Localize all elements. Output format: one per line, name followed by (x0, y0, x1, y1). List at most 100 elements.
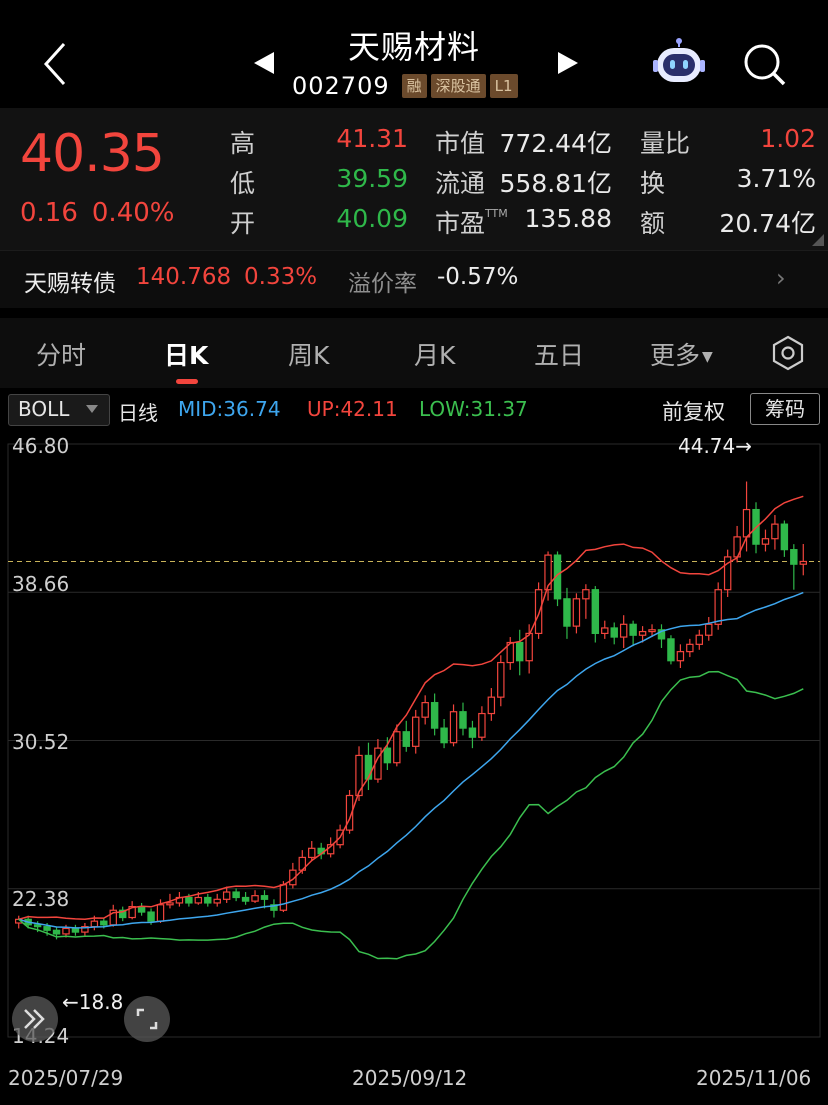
candle-body (156, 904, 165, 922)
candle-body (676, 651, 685, 662)
candle-body (232, 891, 240, 899)
search-button[interactable] (742, 42, 788, 92)
amount-label: 额 (640, 209, 666, 238)
market-cap-label: 市值 (435, 129, 486, 158)
active-tab-indicator (176, 379, 198, 384)
candle-body (563, 598, 571, 627)
candle-body (62, 927, 70, 935)
candle-body (610, 627, 618, 638)
stock-code-row: 002709 融 深股通 L1 (292, 72, 518, 100)
indicator-name: BOLL (18, 397, 70, 421)
candle-body (780, 523, 789, 551)
candle-body (71, 927, 80, 933)
market-cap-value: 772.44亿 (499, 129, 612, 158)
pe-label: 市盈TTM (435, 204, 508, 240)
candle-body (459, 711, 467, 729)
x-tick-label: 2025/11/06 (696, 1066, 812, 1090)
next-stock-icon (558, 52, 578, 74)
amount-value: 20.74亿 (719, 209, 816, 238)
boll-low-value: LOW:31.37 (419, 397, 528, 421)
caret-down-icon: ▼ (702, 349, 713, 365)
tab-intraday[interactable]: 分时 (36, 336, 86, 372)
period-high-value: 44.74 (678, 434, 736, 458)
open-value: 40.09 (336, 204, 408, 233)
period-label: 日线 (118, 401, 158, 425)
period-high-annotation: 44.74→ (678, 434, 753, 458)
candle-body (137, 905, 146, 913)
candle-body (572, 598, 581, 627)
candle-body (383, 747, 392, 764)
period-low-value: 18.8 (78, 990, 124, 1014)
candle-body (534, 589, 543, 635)
chevron-right-icon[interactable]: › (776, 264, 786, 292)
settings-hexagon-icon (772, 335, 804, 371)
tab-daily-k[interactable]: 日K (164, 336, 208, 372)
candle-body (742, 508, 751, 538)
candle-body (648, 629, 656, 633)
candle-body (629, 623, 637, 636)
float-cap-value: 558.81亿 (499, 169, 612, 198)
chart-settings-button[interactable] (770, 335, 806, 375)
turnover-value: 3.71% (736, 164, 816, 193)
pe-ttm-sup: TTM (485, 206, 508, 220)
expand-quote-corner-icon[interactable] (812, 234, 824, 246)
pe-label-text: 市盈 (435, 209, 486, 238)
candle-body (194, 896, 203, 904)
candle-body (204, 896, 212, 904)
y-tick-label: 22.38 (12, 887, 70, 911)
period-low-annotation: ←18.8 (62, 990, 124, 1014)
volume-ratio-value: 1.02 (760, 124, 816, 153)
x-tick-label: 2025/07/29 (8, 1066, 124, 1090)
candle-body (799, 560, 807, 565)
tab-monthly-k[interactable]: 月K (414, 336, 455, 372)
turnover-label: 换 (640, 169, 666, 198)
fullscreen-button[interactable] (124, 996, 170, 1042)
candle-body (43, 926, 51, 931)
candle-body (449, 711, 458, 744)
bond-change-percent: 0.33% (244, 264, 318, 290)
change-value: 0.16 (20, 198, 78, 228)
candle-body (251, 895, 259, 902)
boll-lower-line (18, 670, 804, 960)
change-percent: 0.40% (91, 198, 175, 228)
candle-body (213, 898, 221, 904)
candle-body (421, 702, 429, 718)
price-change: 0.16 0.40% (20, 198, 189, 228)
candle-body (33, 924, 42, 928)
adjust-mode-button[interactable]: 前复权 (662, 396, 725, 426)
candle-body (478, 712, 486, 738)
tab-five-day[interactable]: 五日 (534, 336, 584, 372)
chip-distribution-button[interactable]: 筹码 (750, 393, 820, 425)
candle-body (714, 589, 722, 625)
connect-tag: 深股通 (430, 74, 486, 98)
premium-rate-label: 溢价率 (348, 271, 417, 297)
candle-body (515, 641, 524, 662)
y-tick-label: 46.80 (12, 434, 70, 458)
prev-stock-button[interactable] (252, 50, 276, 80)
level-tag: L1 (489, 74, 518, 98)
expand-chart-button[interactable] (12, 996, 58, 1042)
candle-body (402, 731, 410, 747)
candle-body (761, 538, 770, 545)
tab-more[interactable]: 更多 ▼ (650, 336, 713, 372)
candle-body (667, 638, 675, 662)
volume-ratio-label: 量比 (640, 129, 691, 158)
candle-body (638, 630, 647, 636)
stock-code: 002709 (292, 72, 390, 100)
robot-assistant-button[interactable] (652, 38, 706, 92)
candle-body (412, 716, 420, 747)
divider (0, 308, 828, 318)
fullscreen-icon (136, 1008, 158, 1030)
tab-weekly-k[interactable]: 周K (288, 336, 329, 372)
candle-body (686, 643, 694, 653)
candle-body (147, 911, 155, 922)
candle-body (487, 696, 496, 715)
last-price: 40.35 (20, 124, 165, 184)
boll-mid-line (18, 591, 804, 929)
next-stock-button[interactable] (556, 50, 580, 80)
candle-body (364, 754, 373, 780)
candle-body (591, 589, 600, 635)
candle-body (90, 920, 99, 928)
pe-value: 135.88 (524, 204, 612, 233)
x-tick-label: 2025/09/12 (352, 1066, 468, 1090)
